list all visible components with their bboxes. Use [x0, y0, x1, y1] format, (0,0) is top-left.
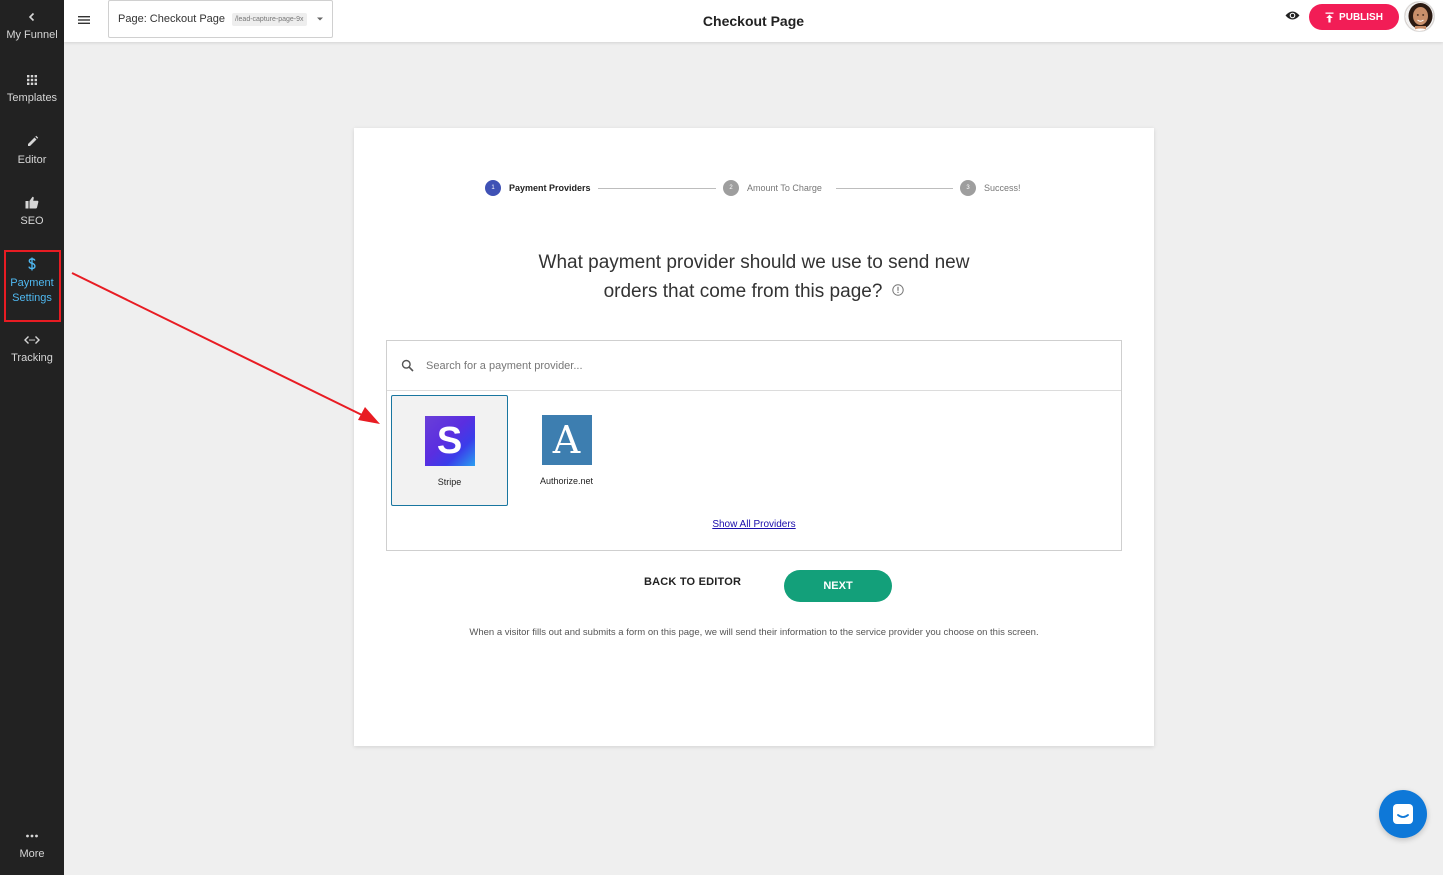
upload-icon	[1325, 12, 1334, 22]
sidebar-item-editor[interactable]: Editor	[0, 135, 64, 168]
stripe-logo-letter: S	[436, 419, 463, 462]
provider-search-row	[387, 341, 1121, 391]
step-label: Amount To Charge	[747, 183, 822, 193]
left-sidebar: My Funnel Templates Editor SEO Payment S…	[0, 0, 64, 875]
step-amount-to-charge: 2 Amount To Charge	[723, 180, 822, 196]
user-avatar[interactable]	[1404, 1, 1435, 32]
chat-icon	[1393, 804, 1413, 824]
avatar-portrait-icon	[1405, 2, 1434, 31]
sidebar-item-seo[interactable]: SEO	[0, 196, 64, 229]
top-bar: Page: Checkout Page /lead-capture-page-9…	[64, 0, 1443, 42]
step-number: 1	[485, 180, 501, 196]
step-connector	[836, 188, 953, 189]
sidebar-item-templates[interactable]: Templates	[0, 74, 64, 106]
provider-search-input[interactable]	[426, 359, 1026, 372]
step-connector	[598, 188, 716, 189]
page-slug-badge: /lead-capture-page-9x	[232, 12, 307, 26]
step-label: Success!	[984, 183, 1021, 193]
annotation-highlight-box	[4, 250, 61, 322]
step-success: 3 Success!	[960, 180, 1021, 196]
hamburger-menu-icon[interactable]	[77, 13, 91, 27]
pencil-icon	[27, 135, 38, 146]
publish-button[interactable]: PUBLISH	[1309, 4, 1399, 30]
sidebar-item-label: SEO	[20, 215, 44, 227]
more-dots-icon	[26, 834, 38, 838]
provider-name: Stripe	[437, 477, 462, 487]
publish-button-label: PUBLISH	[1339, 11, 1383, 23]
sidebar-item-tracking[interactable]: Tracking	[0, 334, 64, 366]
preview-eye-icon[interactable]	[1285, 9, 1300, 22]
page-selector-dropdown[interactable]: Page: Checkout Page /lead-capture-page-9…	[108, 0, 333, 38]
sidebar-item-label: Tracking	[11, 352, 53, 364]
provider-name: Authorize.net	[539, 476, 594, 486]
footnote-text: When a visitor fills out and submits a f…	[469, 627, 1039, 638]
step-label: Payment Providers	[509, 183, 591, 193]
sidebar-item-label: My Funnel	[6, 29, 58, 41]
show-all-providers-link[interactable]: Show All Providers	[387, 519, 1121, 530]
step-number: 3	[960, 180, 976, 196]
provider-question: What payment provider should we use to s…	[354, 248, 1154, 306]
thumbs-up-icon	[25, 196, 39, 209]
search-icon	[401, 359, 414, 372]
step-number: 2	[723, 180, 739, 196]
sidebar-item-more[interactable]: More	[0, 830, 64, 862]
provider-picker: S Stripe A Authorize.net Show All Provid…	[386, 340, 1122, 551]
question-line-2: orders that come from this page?	[603, 281, 883, 302]
stripe-logo-icon: S	[424, 416, 475, 466]
page-selector-label: Page: Checkout Page	[118, 13, 226, 25]
back-to-editor-button[interactable]: BACK TO EDITOR	[644, 576, 741, 588]
authnet-logo-letter: A	[552, 418, 581, 462]
sidebar-item-label: More	[19, 848, 45, 860]
question-line-1: What payment provider should we use to s…	[538, 252, 970, 273]
payment-settings-card: 1 Payment Providers 2 Amount To Charge 3…	[354, 128, 1154, 746]
provider-tile-stripe[interactable]: S Stripe	[391, 395, 508, 506]
info-icon[interactable]	[892, 284, 905, 296]
chat-launcher-button[interactable]	[1379, 790, 1427, 838]
sidebar-item-my-funnel[interactable]: My Funnel	[0, 11, 64, 43]
code-icon	[24, 336, 40, 344]
next-button[interactable]: NEXT	[784, 570, 892, 602]
chevron-left-icon	[28, 12, 35, 22]
sidebar-item-label: Editor	[17, 154, 47, 166]
grid-icon	[27, 75, 37, 85]
step-payment-providers: 1 Payment Providers	[485, 180, 591, 196]
authorize-net-logo-icon: A	[541, 415, 592, 465]
provider-tile-authorize-net[interactable]: A Authorize.net	[508, 395, 625, 506]
sidebar-item-label: Templates	[6, 92, 58, 104]
caret-down-icon	[317, 17, 323, 21]
